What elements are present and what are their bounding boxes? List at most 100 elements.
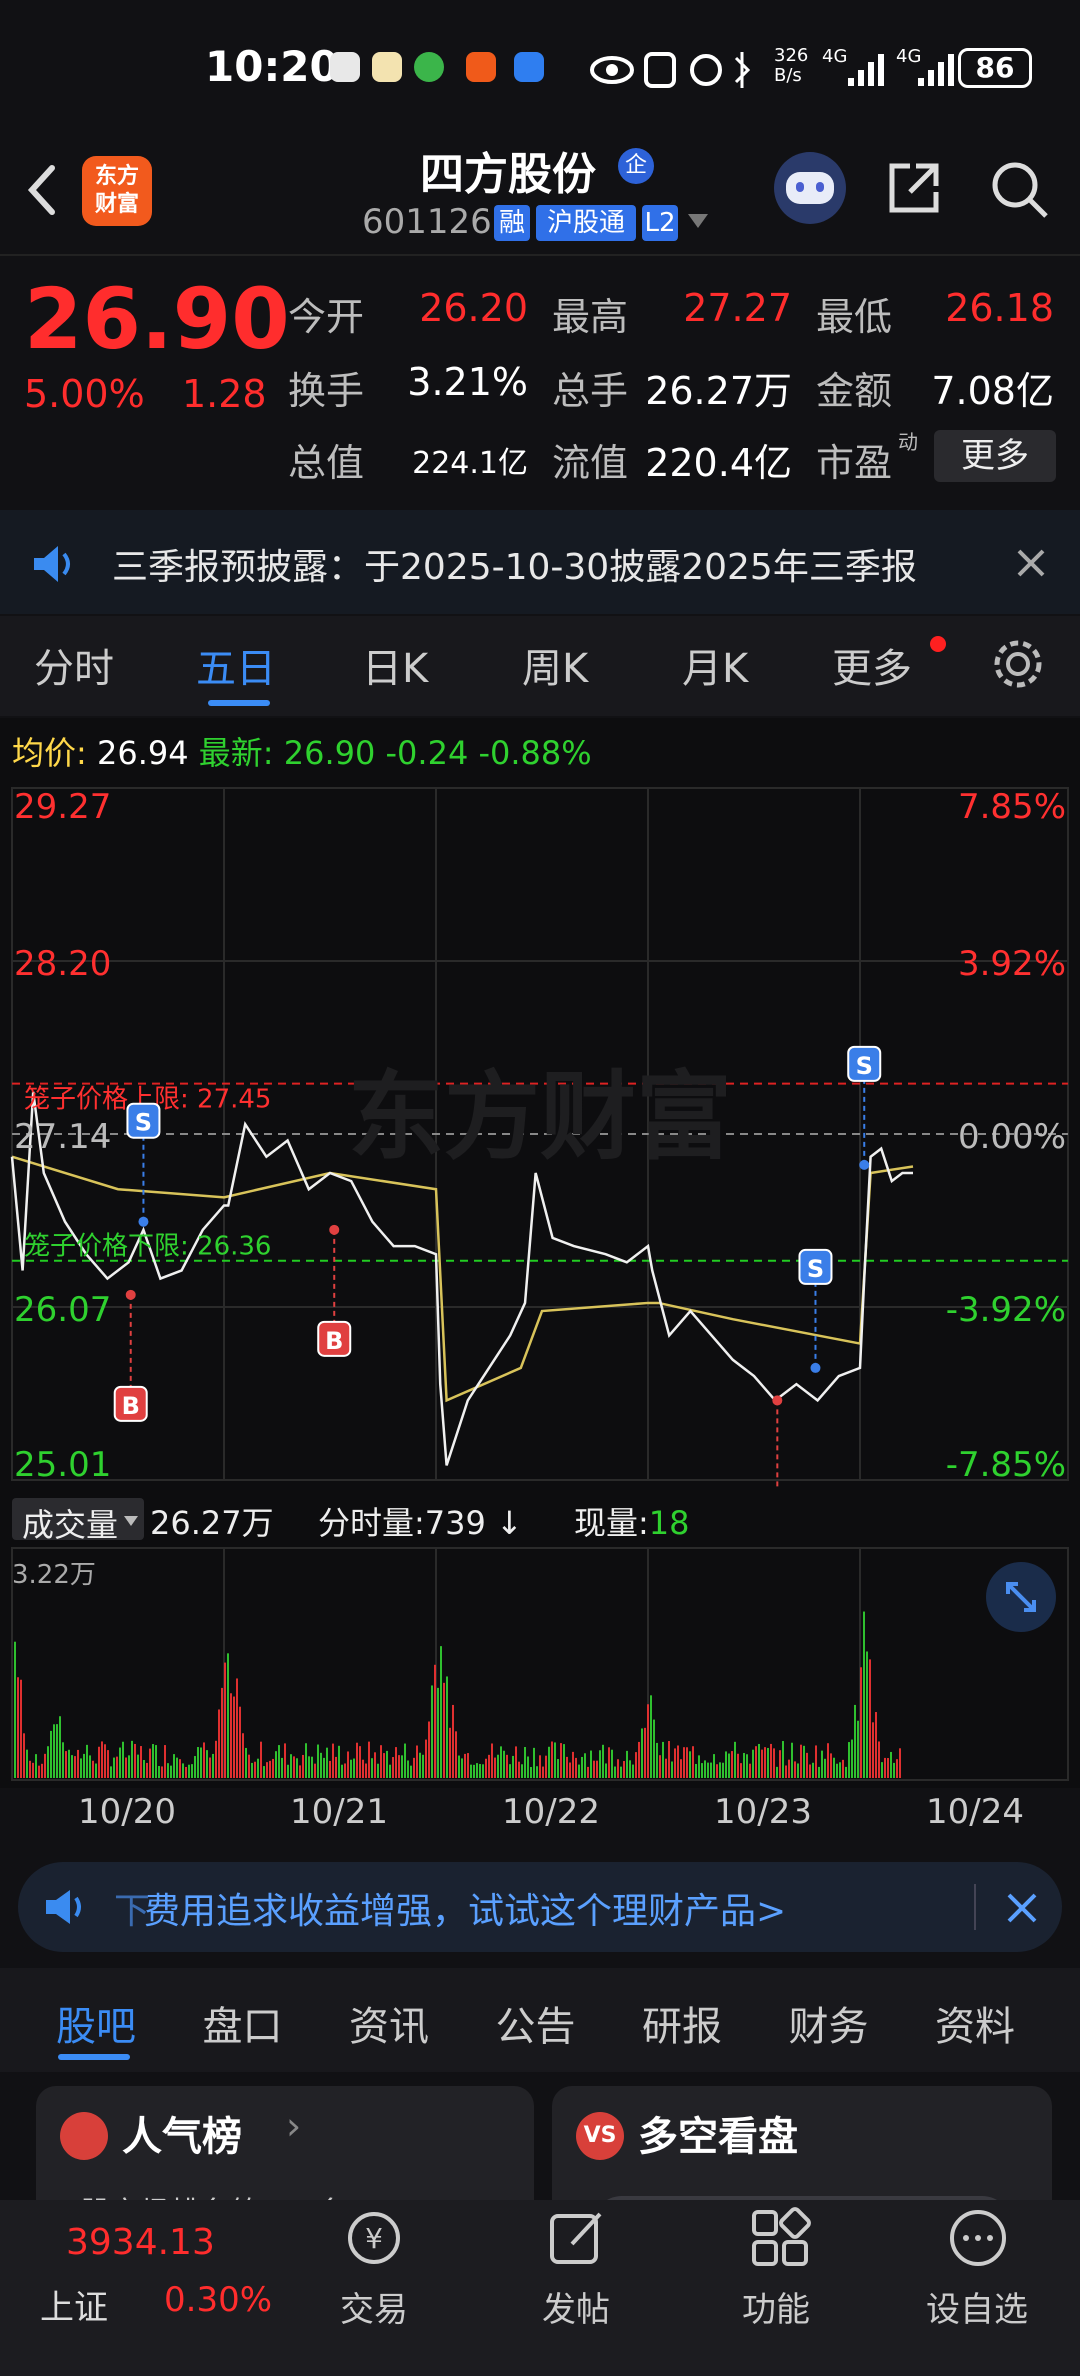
- volume-bar: [425, 1739, 427, 1778]
- volume-bar: [467, 1753, 469, 1778]
- tab-more[interactable]: 更多: [832, 636, 912, 694]
- close-icon[interactable]: [1016, 548, 1046, 578]
- volume-bar: [89, 1755, 91, 1778]
- volume-bar: [395, 1747, 397, 1778]
- avg-price-line: [11, 1155, 914, 1403]
- index-value[interactable]: 3934.13: [66, 2222, 215, 2263]
- marker-label: S: [135, 1109, 152, 1137]
- subtab-6[interactable]: 资料: [935, 1994, 1015, 2052]
- volume-bar: [617, 1759, 619, 1778]
- close-icon[interactable]: [1006, 1892, 1038, 1924]
- subtab-2[interactable]: 资讯: [349, 1994, 429, 2052]
- subtab-5[interactable]: 财务: [789, 1994, 869, 2052]
- volume-bar: [272, 1758, 274, 1778]
- subtab-1[interactable]: 盘口: [203, 1994, 283, 2052]
- volume-bar: [371, 1758, 373, 1778]
- back-icon[interactable]: [22, 160, 62, 220]
- volume-bar: [431, 1685, 433, 1778]
- volume-bar: [401, 1755, 403, 1778]
- volume-bar: [122, 1741, 124, 1778]
- latest-change: -0.24: [385, 734, 469, 772]
- promo-banner[interactable]: 下 费用追求收益增强，试试这个理财产品>: [18, 1862, 1062, 1952]
- volume-bar: [878, 1741, 880, 1778]
- volume-bar: [302, 1754, 304, 1778]
- volume-bar: [158, 1766, 160, 1778]
- functions-icon[interactable]: [748, 2206, 812, 2270]
- volume-bar: [215, 1740, 217, 1778]
- volume-bar: [290, 1754, 292, 1778]
- tab-daily-k[interactable]: 日K: [362, 636, 428, 694]
- wechat-icon: [414, 52, 444, 82]
- more-button[interactable]: 更多: [934, 430, 1056, 482]
- subtab-4[interactable]: 研报: [642, 1994, 722, 2052]
- x-axis-label: 10/23: [714, 1792, 812, 1832]
- volume-bar: [149, 1748, 151, 1778]
- volume-bar: [581, 1756, 583, 1778]
- nav-functions[interactable]: 功能: [742, 2282, 810, 2331]
- speaker-icon: [46, 1890, 81, 1924]
- volume-bar: [683, 1747, 685, 1778]
- settings-gear-icon[interactable]: [990, 636, 1046, 692]
- minute-volume: 分时量:739 ↓: [318, 1504, 523, 1542]
- nav-add-watchlist[interactable]: 设自选: [926, 2282, 1028, 2331]
- volume-bar: [602, 1744, 604, 1778]
- volume-bar: [200, 1747, 202, 1778]
- search-icon[interactable]: [988, 158, 1050, 220]
- volume-bar: [701, 1763, 703, 1778]
- volume-bar: [638, 1741, 640, 1778]
- index-percent[interactable]: 0.30%: [164, 2280, 272, 2320]
- volume-bar: [347, 1751, 349, 1778]
- nav-trade[interactable]: 交易: [340, 2282, 408, 2331]
- volume-bar: [812, 1762, 814, 1778]
- quote-key: 今开: [288, 295, 365, 339]
- volume-bar: [707, 1762, 709, 1778]
- volume-bar: [686, 1747, 688, 1778]
- nav-post[interactable]: 发帖: [542, 2282, 610, 2331]
- volume-bar: [338, 1745, 340, 1778]
- volume-bar: [725, 1751, 727, 1778]
- volume-bar: [803, 1745, 805, 1778]
- banner-text: 费用追求收益增强，试试这个理财产品>: [144, 1891, 787, 1932]
- tab-monthly-k[interactable]: 月K: [682, 636, 748, 694]
- subtab-3[interactable]: 公告: [496, 1994, 576, 2052]
- volume-bar: [413, 1757, 415, 1778]
- volume-bar: [386, 1750, 388, 1778]
- active-subtab-indicator: [58, 2054, 130, 2060]
- volume-bar: [785, 1765, 787, 1778]
- quote-value: 26.18: [945, 286, 1054, 330]
- trade-icon[interactable]: ¥: [342, 2206, 406, 2270]
- tab-five-day[interactable]: 五日: [196, 636, 276, 694]
- add-watchlist-icon[interactable]: [946, 2206, 1010, 2270]
- volume-bar: [587, 1766, 589, 1778]
- tab-intraday[interactable]: 分时: [34, 636, 114, 694]
- volume-bar: [71, 1755, 73, 1778]
- quote-value: 224.1亿: [412, 446, 528, 481]
- post-icon[interactable]: [546, 2206, 610, 2270]
- volume-bar: [299, 1765, 301, 1778]
- chevron-down-icon[interactable]: [688, 214, 708, 228]
- tab-weekly-k[interactable]: 周K: [522, 636, 588, 694]
- app-logo: 东方 财富: [82, 156, 152, 226]
- volume-bar: [839, 1762, 841, 1778]
- subtab-0[interactable]: 股吧: [56, 1994, 136, 2052]
- volume-bar: [41, 1763, 43, 1778]
- volume-bar: [740, 1763, 742, 1778]
- five-day-price-chart[interactable]: 东方财富 29.27 28.20 27.14 26.07 25.01 7.85% 3.92% 0…: [0, 780, 1080, 1490]
- notice-bar[interactable]: 三季报预披露：于2025-10-30披露2025年三季报: [0, 510, 1080, 614]
- volume-bar: [449, 1727, 451, 1778]
- expand-icon[interactable]: [986, 1562, 1056, 1632]
- share-icon[interactable]: [886, 160, 942, 216]
- assistant-robot-icon[interactable]: [774, 152, 846, 224]
- volume-bar: [38, 1765, 40, 1778]
- index-name[interactable]: 上证: [40, 2280, 108, 2329]
- divider: [0, 254, 1080, 256]
- volume-selector[interactable]: 成交量: [12, 1498, 144, 1544]
- volume-bar: [572, 1751, 574, 1778]
- volume-bar: [353, 1758, 355, 1778]
- volume-bar: [464, 1753, 466, 1778]
- volume-bar: [230, 1693, 232, 1778]
- stock-code[interactable]: 601126: [362, 202, 492, 242]
- volume-bar: [245, 1747, 247, 1778]
- volume-bar: [143, 1760, 145, 1778]
- volume-bar: [104, 1744, 106, 1778]
